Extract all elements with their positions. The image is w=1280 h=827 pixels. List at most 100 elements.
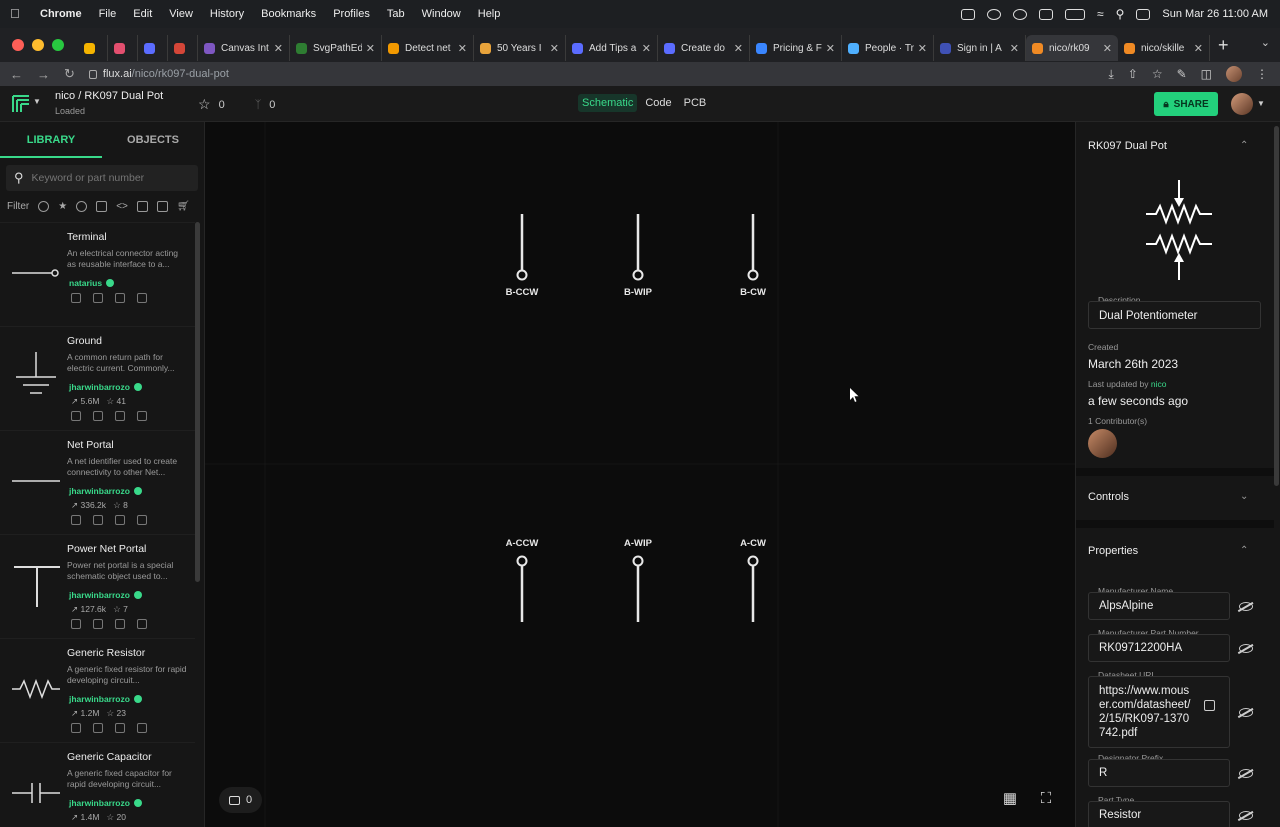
menu-file[interactable]: File [99,8,117,20]
action-icon[interactable] [93,411,103,421]
description-field[interactable]: Dual Potentiometer [1088,301,1261,329]
action-icon[interactable] [71,515,81,525]
search-icon[interactable]: ⚲ [1116,7,1125,21]
menu-view[interactable]: View [169,8,193,20]
menu-profiles[interactable]: Profiles [333,8,370,20]
library-item[interactable]: Net Portal A net identifier used to creat… [0,430,195,534]
browser-tab[interactable]: Detect net ✕ [382,35,474,61]
updated-by-link[interactable]: nico [1151,379,1167,389]
action-icon[interactable] [71,723,81,733]
browser-tab[interactable]: nico/rk09 ✕ [1026,35,1118,61]
action-icon[interactable] [115,411,125,421]
minimize-window-button[interactable] [32,39,44,51]
pin-terminal[interactable] [632,269,644,281]
tab-schematic[interactable]: Schematic [578,94,638,112]
action-icon[interactable] [137,411,147,421]
zoom-window-button[interactable] [52,39,64,51]
search-input[interactable] [31,172,182,184]
menu-history[interactable]: History [210,8,244,20]
item-author[interactable]: jharwinbarrozo [69,382,142,392]
close-tab-icon[interactable]: ✕ [1103,42,1112,55]
library-item[interactable]: Ground A common return path for electric … [0,326,195,430]
action-icon[interactable] [137,723,147,733]
reload-icon[interactable]: ↻ [64,66,75,82]
browser-tab[interactable]: SvgPathEd ✕ [290,35,382,61]
menu-window[interactable]: Window [422,8,461,20]
star-icon[interactable]: ☆ [198,96,211,113]
action-icon[interactable] [137,293,147,303]
forward-arrow-icon[interactable]: → [37,67,50,82]
action-icon[interactable] [115,515,125,525]
close-tab-icon[interactable]: ✕ [734,42,743,55]
url-field[interactable]: flux.ai/nico/rk097-dual-pot [103,68,229,80]
flux-logo-icon[interactable] [11,94,31,114]
action-icon[interactable] [93,293,103,303]
new-tab-button[interactable]: + [1218,35,1229,56]
action-icon[interactable] [93,723,103,733]
browser-tab[interactable]: 50 Years I ✕ [474,35,566,61]
share-page-icon[interactable]: ⇧ [1128,67,1138,81]
browser-tab[interactable] [108,35,138,61]
property-value-field[interactable]: Resistor [1088,801,1230,827]
item-author[interactable]: natarius [69,278,115,288]
item-author[interactable]: jharwinbarrozo [69,694,142,704]
pin-terminal[interactable] [516,269,528,281]
filter-user-icon[interactable] [38,201,50,212]
extensions-icon[interactable]: ✎ [1177,67,1187,81]
browser-tab[interactable]: Pricing & F ✕ [750,35,842,61]
filter-3d-icon[interactable] [136,201,148,212]
visibility-off-icon[interactable] [1239,811,1253,820]
tab-library[interactable]: LIBRARY [0,122,102,158]
tab-code[interactable]: Code [641,94,675,112]
visibility-off-icon[interactable] [1239,708,1253,717]
item-author[interactable]: jharwinbarrozo [69,590,142,600]
action-icon[interactable] [115,723,125,733]
library-item[interactable]: Terminal An electrical connector acting a… [0,222,195,326]
contributor-avatar[interactable] [1088,429,1117,458]
pin-terminal[interactable] [747,269,759,281]
status-icon[interactable] [987,8,1002,20]
filter-star-icon[interactable]: ★ [58,201,67,212]
tab-search-chevron-icon[interactable]: ⌄ [1261,36,1270,49]
inspector-scrollbar[interactable] [1274,126,1279,486]
clock[interactable]: Sun Mar 26 11:00 AM [1162,8,1268,20]
action-icon[interactable] [115,619,125,629]
action-icon[interactable] [71,411,81,421]
filter-globe-icon[interactable] [76,201,88,212]
visibility-off-icon[interactable] [1239,602,1253,611]
browser-tab[interactable]: nico/skille ✕ [1118,35,1210,61]
action-icon[interactable] [93,619,103,629]
menu-edit[interactable]: Edit [133,8,152,20]
close-tab-icon[interactable]: ✕ [1010,42,1019,55]
close-window-button[interactable] [12,39,24,51]
pin-terminal[interactable] [747,555,759,567]
browser-tab[interactable] [138,35,168,61]
install-icon[interactable]: ⤓ [1108,67,1113,82]
menu-bookmarks[interactable]: Bookmarks [261,8,316,20]
action-icon[interactable] [137,515,147,525]
control-center-icon[interactable] [1136,8,1151,20]
battery-icon[interactable] [1065,8,1086,20]
browser-tab[interactable]: Add Tips a ✕ [566,35,658,61]
filter-code-icon[interactable]: <> [116,201,128,212]
fork-icon[interactable]: ᛉ [255,99,262,111]
close-tab-icon[interactable]: ✕ [274,42,283,55]
user-menu-chevron-icon[interactable]: ▼ [1257,99,1265,108]
action-icon[interactable] [93,515,103,525]
browser-tab[interactable] [78,35,108,61]
properties-section-title[interactable]: Properties [1088,545,1138,557]
status-icon[interactable] [961,8,976,20]
user-avatar[interactable] [1231,93,1253,115]
action-icon[interactable] [71,619,81,629]
browser-tab[interactable]: Canvas Int ✕ [198,35,290,61]
library-item[interactable]: Power Net Portal Power net portal is a sp… [0,534,195,638]
browser-tab[interactable]: Create do ✕ [658,35,750,61]
menu-app-name[interactable]: Chrome [40,8,82,20]
library-item[interactable]: Generic Capacitor A generic fixed capacit… [0,742,195,827]
collapse-chevron-icon[interactable]: ⌃ [1240,545,1248,556]
lock-icon[interactable] [88,69,97,79]
close-tab-icon[interactable]: ✕ [826,42,835,55]
property-value-field[interactable]: RK09712200HA [1088,634,1230,662]
open-link-icon[interactable] [1204,700,1215,711]
close-tab-icon[interactable]: ✕ [1194,42,1203,55]
